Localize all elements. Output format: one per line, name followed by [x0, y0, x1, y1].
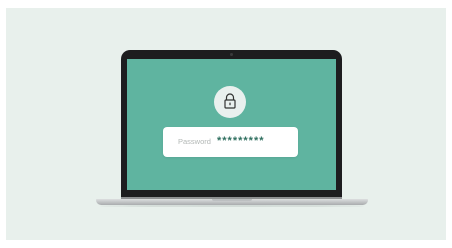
laptop-notch	[212, 199, 252, 201]
laptop-shadow	[100, 205, 364, 207]
lock-icon	[224, 93, 236, 109]
password-label: Password	[178, 137, 211, 146]
password-mask: *********	[217, 135, 265, 147]
canvas: Password *********	[0, 0, 452, 248]
camera-icon	[230, 53, 233, 56]
password-field[interactable]: Password *********	[163, 127, 298, 157]
laptop-screen	[127, 59, 336, 190]
lock-badge	[214, 86, 246, 118]
